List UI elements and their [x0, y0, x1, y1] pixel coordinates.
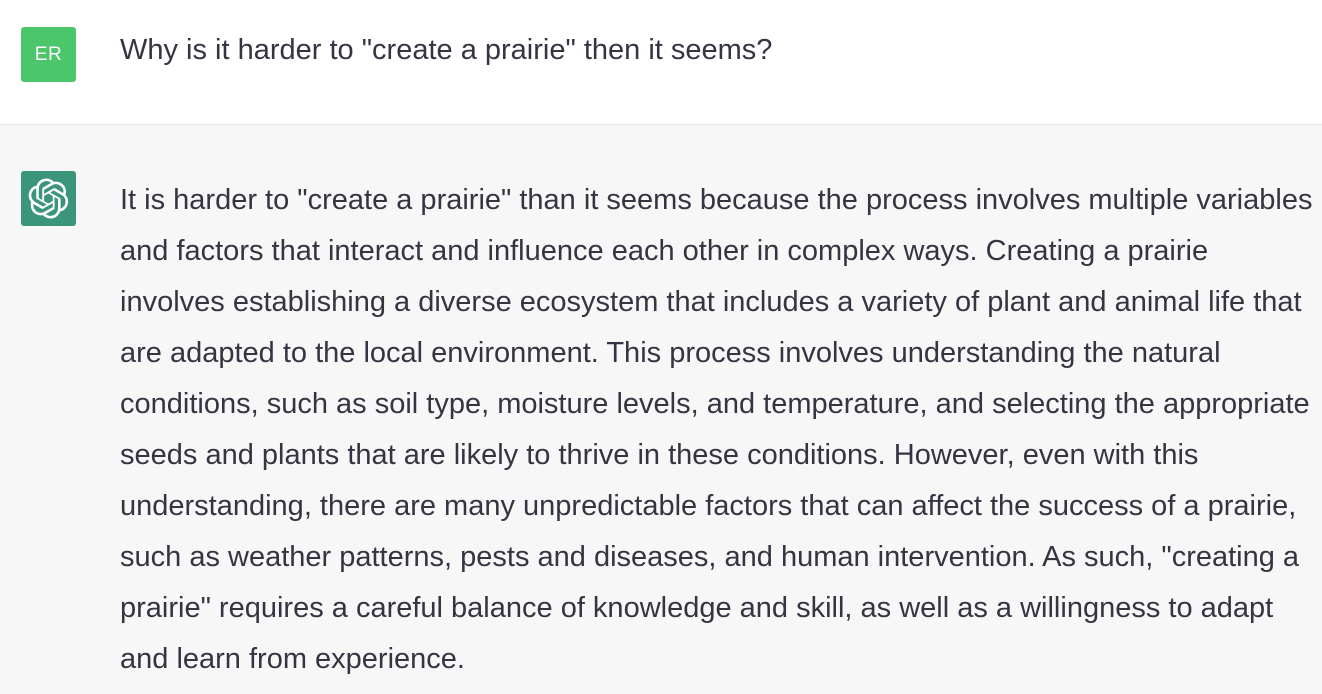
user-avatar: ER: [21, 27, 76, 82]
assistant-message-text: It is harder to "create a prairie" than …: [120, 184, 1313, 675]
user-avatar-initials: ER: [34, 43, 63, 65]
chat-thread: ER Why is it harder to "create a prairie…: [0, 0, 1322, 694]
assistant-message-row: It is harder to "create a prairie" than …: [0, 125, 1322, 694]
user-message-row: ER Why is it harder to "create a prairie…: [0, 0, 1322, 125]
user-message-text: Why is it harder to "create a prairie" t…: [120, 34, 773, 66]
openai-logo-icon: [28, 178, 69, 219]
assistant-avatar: [21, 171, 76, 226]
